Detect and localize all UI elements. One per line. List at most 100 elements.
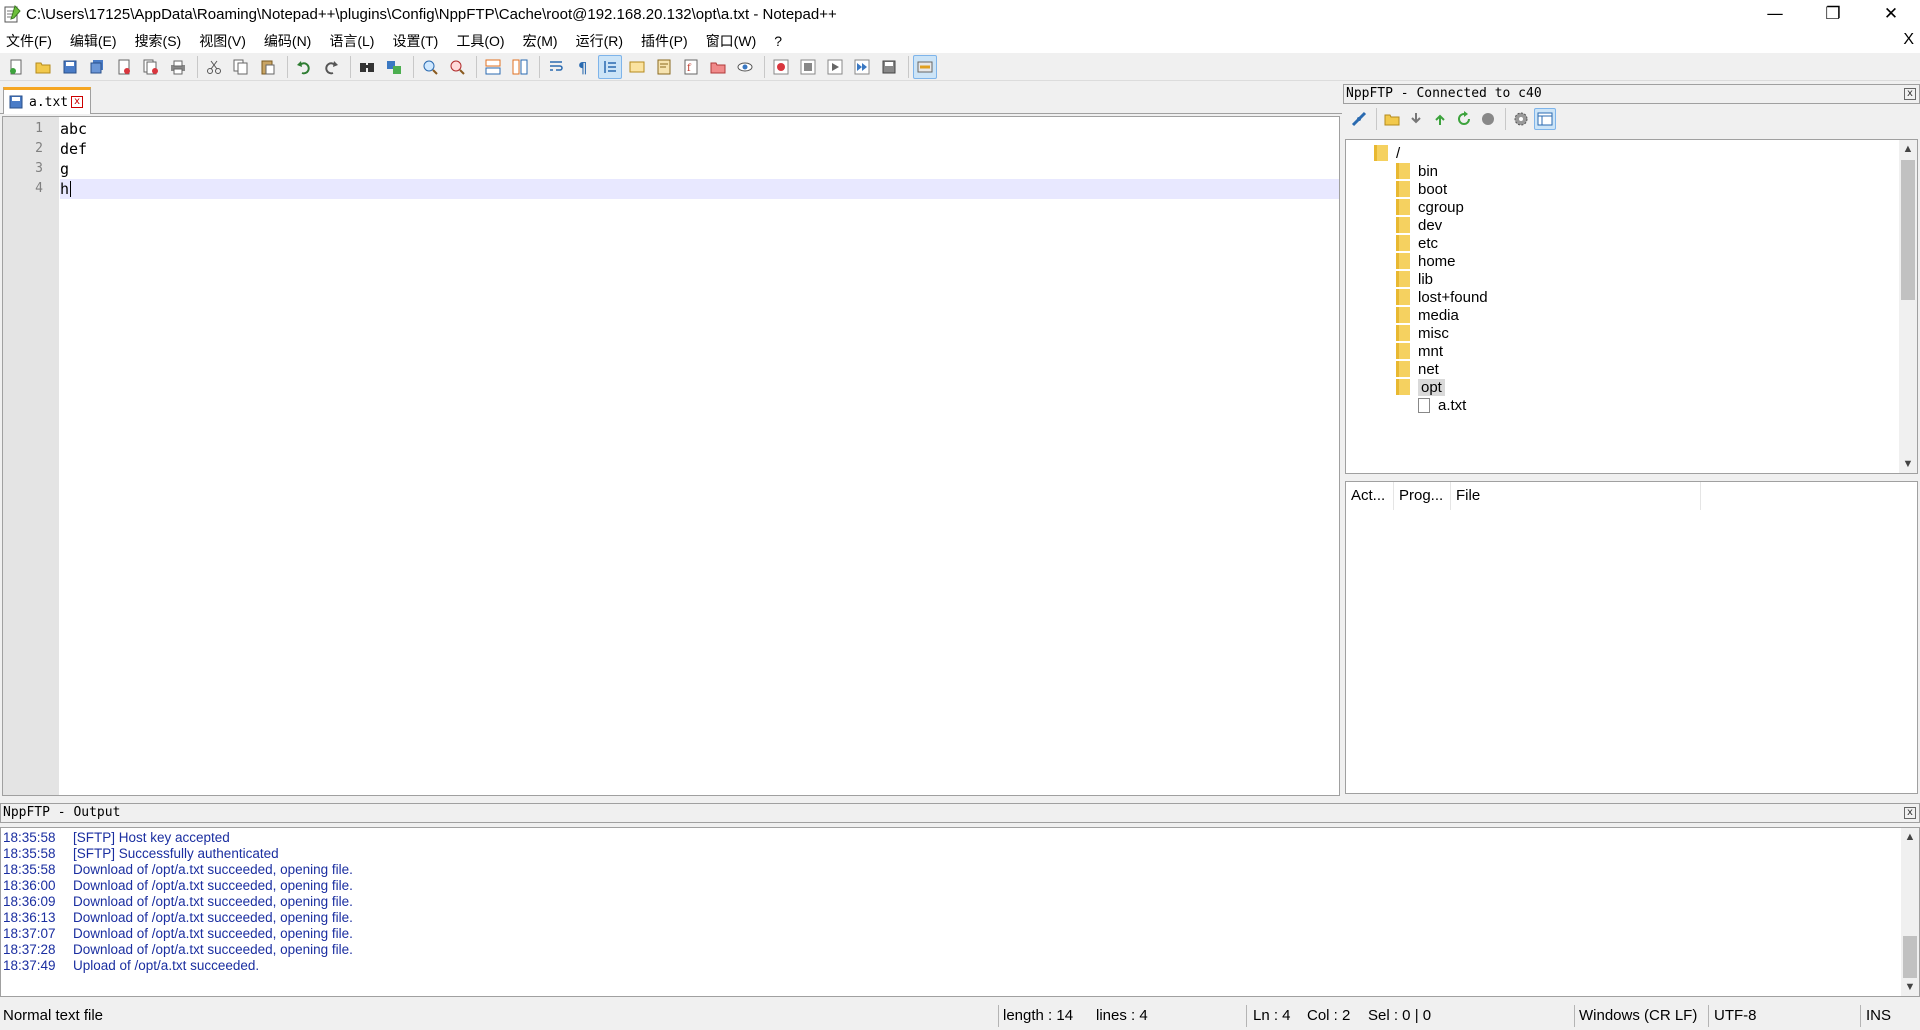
indent-guide-icon[interactable] [598, 54, 622, 79]
doc-map-icon[interactable] [652, 55, 676, 79]
output-scrollbar[interactable]: ▲ ▼ [1901, 828, 1919, 996]
menu-run[interactable]: 运行(R) [574, 31, 625, 51]
log-message: [SFTP] Host key accepted [73, 830, 230, 845]
close-file-icon[interactable] [112, 55, 136, 79]
paste-icon[interactable] [256, 55, 280, 79]
status-separator [1860, 1005, 1861, 1027]
log-message: [SFTP] Successfully authenticated [73, 846, 279, 861]
undo-icon[interactable] [292, 55, 316, 79]
save-macro-icon[interactable] [877, 55, 901, 79]
save-icon[interactable] [58, 55, 82, 79]
scroll-thumb[interactable] [1901, 160, 1915, 300]
sync-horizontal-icon[interactable] [508, 55, 532, 79]
queue-col-progress[interactable]: Prog... [1394, 482, 1451, 510]
copy-icon[interactable] [229, 55, 253, 79]
tree-label: boot [1418, 180, 1448, 198]
menu-language[interactable]: 语言(L) [327, 31, 376, 51]
open-directory-icon[interactable] [1381, 108, 1403, 130]
tab-a-txt[interactable]: a.txt x [3, 87, 91, 114]
abort-icon[interactable] [1477, 108, 1499, 130]
stop-macro-icon[interactable] [796, 55, 820, 79]
status-file-type: Normal text file [3, 1007, 104, 1024]
current-line: 4 h [3, 179, 1339, 199]
run-macro-multiple-icon[interactable] [850, 55, 874, 79]
remote-file-tree[interactable]: / bin boot cgroup dev etc home lib lost+… [1345, 139, 1918, 474]
menu-tools[interactable]: 工具(O) [454, 31, 506, 51]
menu-file[interactable]: 文件(F) [4, 31, 54, 51]
scroll-down-icon[interactable]: ▼ [1899, 455, 1917, 473]
nppftp-show-panel-icon[interactable] [913, 54, 937, 79]
tree-label: / [1396, 144, 1401, 162]
close-window-button[interactable]: ✕ [1862, 0, 1920, 28]
status-eol: Windows (CR LF) [1579, 1007, 1698, 1024]
monitoring-icon[interactable] [733, 55, 757, 79]
queue-col-action[interactable]: Act... [1346, 482, 1394, 510]
text-editor[interactable]: 1 abc 2 def 3 g 4 h [2, 116, 1340, 796]
udl-icon[interactable] [625, 55, 649, 79]
zoom-in-icon[interactable] [418, 55, 442, 79]
menu-plugins[interactable]: 插件(P) [639, 31, 690, 51]
toolbar-separator [764, 55, 765, 78]
log-line: 18:35:58 [SFTP] Host key accepted [3, 830, 230, 845]
scroll-up-icon[interactable]: ▲ [1901, 828, 1919, 846]
menu-encoding[interactable]: 编码(N) [262, 31, 313, 51]
folder-icon [1396, 343, 1410, 359]
menu-search[interactable]: 搜索(S) [133, 31, 184, 51]
replace-icon[interactable] [382, 55, 406, 79]
close-document-button[interactable]: X [1903, 31, 1914, 49]
folder-icon [1396, 325, 1410, 341]
tab-close-icon[interactable]: x [71, 96, 84, 108]
function-list-icon[interactable]: f [679, 55, 703, 79]
line-number: 3 [35, 161, 43, 176]
tree-label: lib [1418, 270, 1434, 288]
restore-button[interactable]: ❐ [1804, 0, 1862, 28]
menu-view[interactable]: 视图(V) [197, 31, 248, 51]
disconnect-icon[interactable] [1348, 108, 1370, 130]
download-icon[interactable] [1405, 108, 1427, 130]
tree-file-a-txt[interactable]: a.txt [1418, 394, 1466, 416]
show-all-chars-icon[interactable]: ¶ [571, 55, 595, 79]
cut-icon[interactable] [202, 55, 226, 79]
refresh-icon[interactable] [1453, 108, 1475, 130]
record-macro-icon[interactable] [769, 55, 793, 79]
save-all-icon[interactable] [85, 55, 109, 79]
settings-gear-icon[interactable] [1510, 108, 1532, 130]
nppftp-close-icon[interactable]: x [1904, 88, 1916, 100]
open-file-icon[interactable] [31, 55, 55, 79]
menu-edit[interactable]: 编辑(E) [68, 31, 119, 51]
word-wrap-icon[interactable] [544, 55, 568, 79]
text-caret [70, 181, 71, 197]
folder-workspace-icon[interactable] [706, 55, 730, 79]
window-title: C:\Users\17125\AppData\Roaming\Notepad++… [26, 5, 837, 23]
new-file-icon[interactable] [4, 55, 28, 79]
find-icon[interactable] [355, 55, 379, 79]
line-text: g [60, 160, 70, 178]
output-close-icon[interactable]: x [1904, 807, 1916, 819]
play-macro-icon[interactable] [823, 55, 847, 79]
menu-settings[interactable]: 设置(T) [390, 31, 440, 51]
menu-macro[interactable]: 宏(M) [521, 31, 560, 51]
output-log[interactable]: 18:35:58 [SFTP] Host key accepted 18:35:5… [0, 827, 1920, 997]
close-all-icon[interactable] [139, 55, 163, 79]
redo-icon[interactable] [319, 55, 343, 79]
log-message: Download of /opt/a.txt succeeded, openin… [73, 926, 353, 941]
tree-scrollbar[interactable]: ▲ ▼ [1899, 140, 1917, 473]
menu-window[interactable]: 窗口(W) [704, 31, 759, 51]
nppftp-panel-title: NppFTP - Connected to c40 x [1343, 84, 1920, 104]
print-icon[interactable] [166, 55, 190, 79]
line-number-gutter [3, 117, 59, 795]
zoom-out-icon[interactable] [445, 55, 469, 79]
scroll-down-icon[interactable]: ▼ [1901, 978, 1919, 996]
menu-help[interactable]: ? [772, 33, 784, 49]
toolbar-separator [197, 55, 198, 78]
queue-col-file[interactable]: File [1451, 482, 1701, 510]
show-message-window-icon[interactable] [1534, 108, 1556, 130]
folder-icon [1396, 163, 1410, 179]
scroll-up-icon[interactable]: ▲ [1899, 140, 1917, 158]
upload-icon[interactable] [1429, 108, 1451, 130]
sync-vertical-icon[interactable] [481, 55, 505, 79]
minimize-button[interactable]: — [1746, 0, 1804, 28]
status-separator [998, 1005, 999, 1027]
status-insert-mode: INS [1866, 1007, 1892, 1024]
scroll-thumb[interactable] [1903, 936, 1917, 978]
